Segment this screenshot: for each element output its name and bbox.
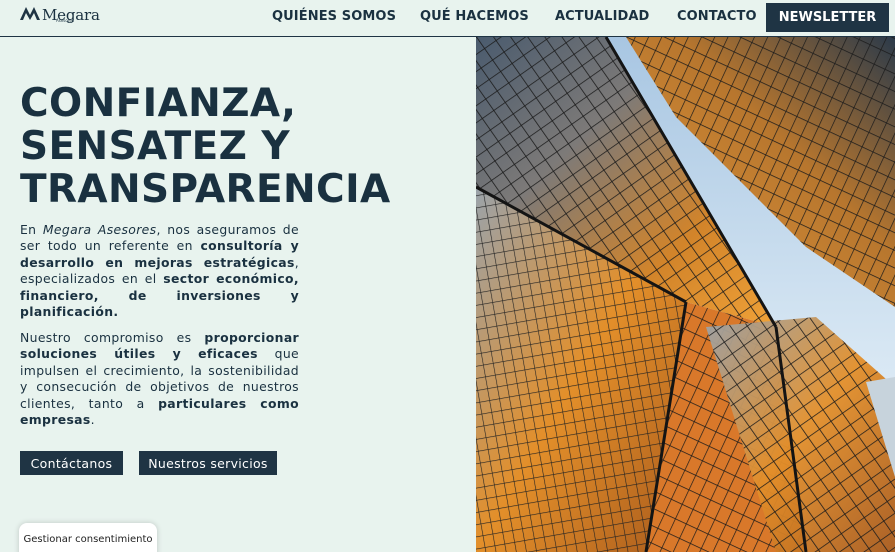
commitment-paragraph: Nuestro compromiso es proporcionar soluc… [20, 330, 299, 428]
nav-quienes-somos[interactable]: QUIÉNES SOMOS [272, 9, 396, 24]
nav-que-hacemos[interactable]: QUÉ HACEMOS [420, 9, 529, 24]
logo[interactable]: Megara [20, 6, 100, 28]
site-header: Megara Asesores QUIÉNES SOMOS QUÉ HACEMO… [0, 0, 895, 37]
services-button[interactable]: Nuestros servicios [139, 451, 277, 475]
brand-name: Megara Asesores [42, 222, 157, 237]
skyscrapers-image [476, 37, 895, 552]
logo-icon [20, 7, 40, 20]
intro-paragraph: En Megara Asesores, nos aseguramos de se… [20, 222, 299, 320]
hero-title-line: CONFIANZA, [20, 81, 297, 126]
logo-subtext: Asesores [56, 18, 74, 23]
contact-button[interactable]: Contáctanos [20, 451, 123, 475]
hero-title: CONFIANZA, SENSATEZ Y TRANSPARENCIA [20, 82, 460, 211]
consent-tab[interactable]: Gestionar consentimiento [19, 523, 157, 552]
newsletter-button[interactable]: NEWSLETTER [766, 3, 889, 32]
hero-title-line: SENSATEZ Y [20, 124, 290, 169]
hero-title-line: TRANSPARENCIA [20, 167, 391, 212]
nav-contacto[interactable]: CONTACTO [677, 9, 757, 24]
nav-actualidad[interactable]: ACTUALIDAD [555, 9, 649, 24]
